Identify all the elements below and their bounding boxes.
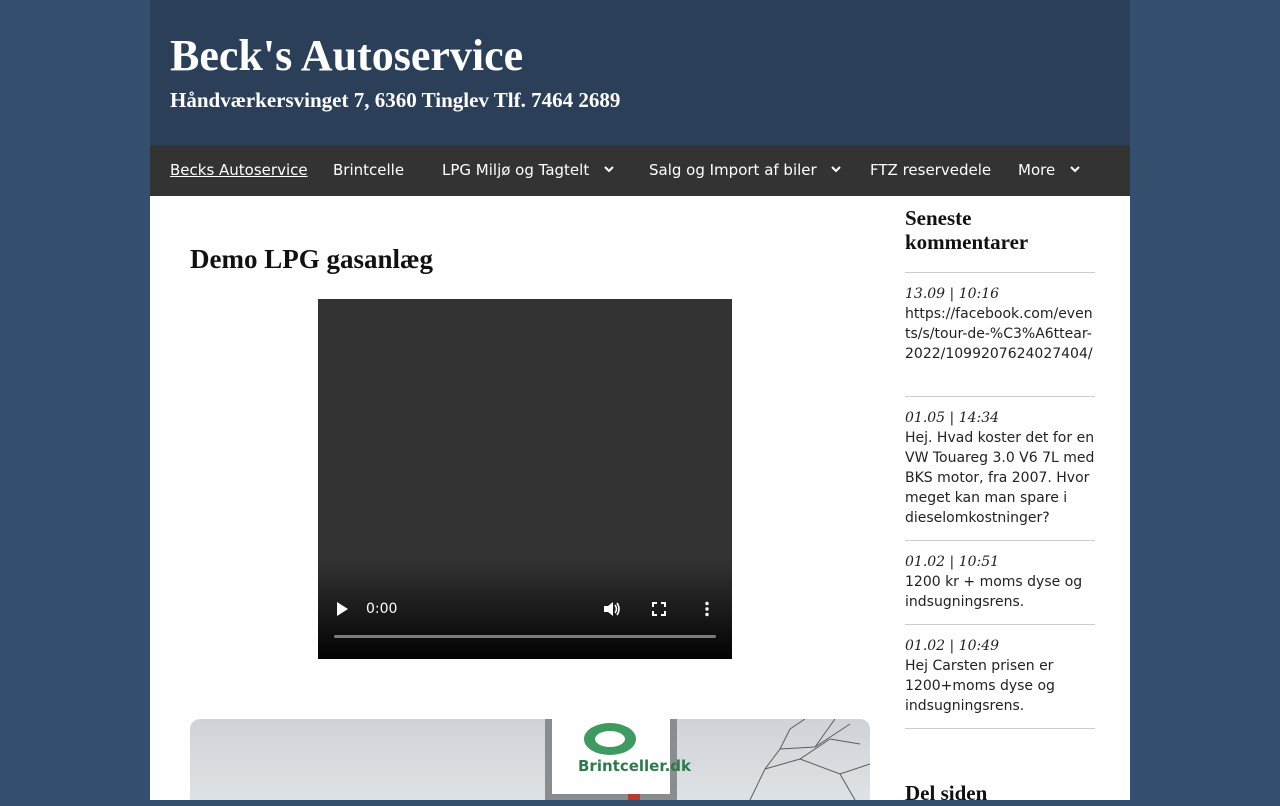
nav-item-salg-og-import[interactable]: Salg og Import af biler <box>649 145 843 196</box>
chevron-down-icon <box>1070 165 1080 172</box>
comment-item[interactable]: 01.05 | 14:34 Hej. Hvad koster det for e… <box>905 408 1095 528</box>
nav-item-label: FTZ reservedele <box>870 161 992 179</box>
comment-text[interactable]: Hej Carsten prisen er 1200+moms dyse og … <box>905 656 1095 716</box>
site-header: Beck's Autoservice Håndværkersvinget 7, … <box>150 0 1130 145</box>
chevron-down-icon <box>831 165 842 172</box>
nav-item-label: Brintcelle <box>333 161 405 179</box>
comment-text[interactable]: 1200 kr + moms dyse og indsugningsrens. <box>905 572 1095 612</box>
nav-item-more[interactable]: More <box>1018 145 1082 196</box>
shop-sign-photo: Brintceller.dk <box>190 719 870 800</box>
more-options-icon[interactable] <box>704 601 710 617</box>
volume-icon[interactable] <box>603 601 621 617</box>
divider <box>905 624 1095 625</box>
share-page-title: Del siden <box>905 781 988 805</box>
nav-item-label: Becks Autoservice <box>170 161 308 179</box>
video-time: 0:00 <box>366 601 398 617</box>
nav-item-ftz-reservedele[interactable]: FTZ reservedele <box>870 145 991 196</box>
video-player[interactable]: 0:00 <box>318 299 732 659</box>
nav-item-label: More <box>1018 161 1056 179</box>
comment-item[interactable]: 01.02 | 10:51 1200 kr + moms dyse og ind… <box>905 552 1095 612</box>
page-title: Demo LPG gasanlæg <box>190 244 433 274</box>
comment-date: 01.02 | 10:51 <box>905 554 1000 570</box>
video-progress-bar[interactable] <box>334 635 716 638</box>
divider <box>905 728 1095 729</box>
comment-date: 01.05 | 14:34 <box>905 410 1000 426</box>
divider <box>905 396 1095 397</box>
comment-date: 13.09 | 10:16 <box>905 286 1000 302</box>
nav-item-label: LPG Miljø og Tagtelt <box>442 161 590 179</box>
chevron-down-icon <box>604 165 614 172</box>
comment-text[interactable]: https://facebook.com/events/s/tour-de-%C… <box>905 304 1095 364</box>
recent-comments-title: Seneste kommentarer <box>905 206 1029 254</box>
comment-text[interactable]: Hej. Hvad koster det for en VW Touareg 3… <box>905 428 1095 528</box>
nav-item-becks-autoservice[interactable]: Becks Autoservice <box>170 145 308 196</box>
nav-item-lpg-miljo[interactable]: LPG Miljø og Tagtelt <box>442 145 616 196</box>
divider <box>905 272 1095 273</box>
sign-text: Brintceller.dk <box>578 757 692 775</box>
play-icon[interactable] <box>335 601 349 617</box>
nav-item-label: Salg og Import af biler <box>649 161 817 179</box>
fullscreen-icon[interactable] <box>652 602 666 616</box>
comment-date: 01.02 | 10:49 <box>905 638 1000 654</box>
site-subtitle: Håndværkersvinget 7, 6360 Tinglev Tlf. 7… <box>170 88 621 112</box>
nav-item-brintcelle[interactable]: Brintcelle <box>333 145 404 196</box>
divider <box>905 540 1095 541</box>
main-navigation: Becks Autoservice Brintcelle LPG Miljø o… <box>150 145 1130 196</box>
comment-item[interactable]: 13.09 | 10:16 https://facebook.com/event… <box>905 284 1095 364</box>
site-title[interactable]: Beck's Autoservice <box>170 30 523 81</box>
comment-item[interactable]: 01.02 | 10:49 Hej Carsten prisen er 1200… <box>905 636 1095 716</box>
page-container: Beck's Autoservice Håndværkersvinget 7, … <box>150 0 1130 805</box>
shop-sign-illustration: Brintceller.dk <box>545 719 870 800</box>
